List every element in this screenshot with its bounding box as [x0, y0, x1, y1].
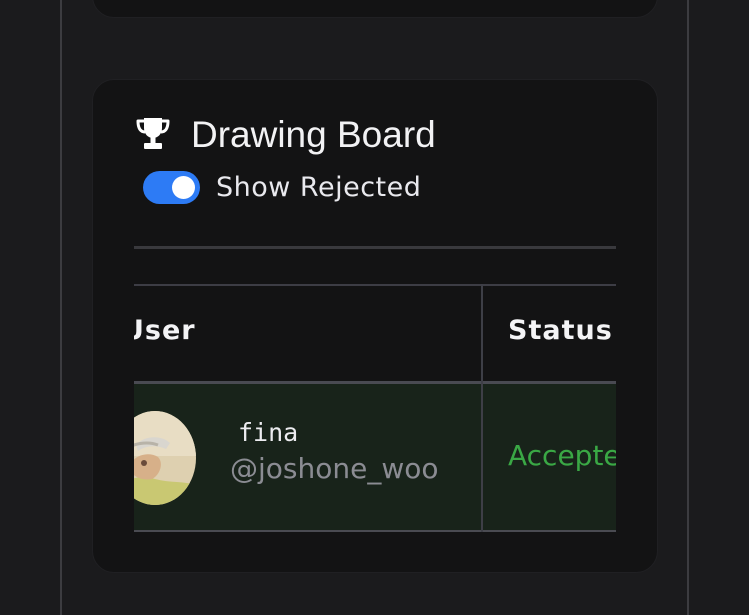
column-border-left: [60, 0, 62, 615]
status-badge: Accepted: [508, 439, 616, 472]
card-header: Drawing Board: [133, 110, 436, 160]
user-name: fina: [238, 418, 299, 447]
board-title: Drawing Board: [191, 114, 436, 155]
header-divider: [134, 246, 616, 249]
submissions-table[interactable]: User Status fina @joshone_woo Accept: [134, 284, 616, 532]
drawing-board-card: Drawing Board Show Rejected User Status: [92, 79, 658, 573]
toggle-knob: [172, 176, 195, 199]
show-rejected-label: Show Rejected: [216, 172, 422, 203]
column-separator: [481, 284, 483, 532]
show-rejected-row: Show Rejected: [143, 171, 421, 204]
table-scroll-content: User Status fina @joshone_woo Accept: [134, 284, 616, 532]
previous-card: [92, 0, 658, 18]
trophy-icon: [133, 113, 173, 157]
column-header-status[interactable]: Status: [508, 315, 613, 346]
user-handle[interactable]: @joshone_woo: [230, 452, 439, 485]
column-border-right: [687, 0, 689, 615]
page: Drawing Board Show Rejected User Status: [0, 0, 749, 615]
show-rejected-toggle[interactable]: [143, 171, 200, 204]
column-header-user[interactable]: User: [134, 315, 196, 346]
